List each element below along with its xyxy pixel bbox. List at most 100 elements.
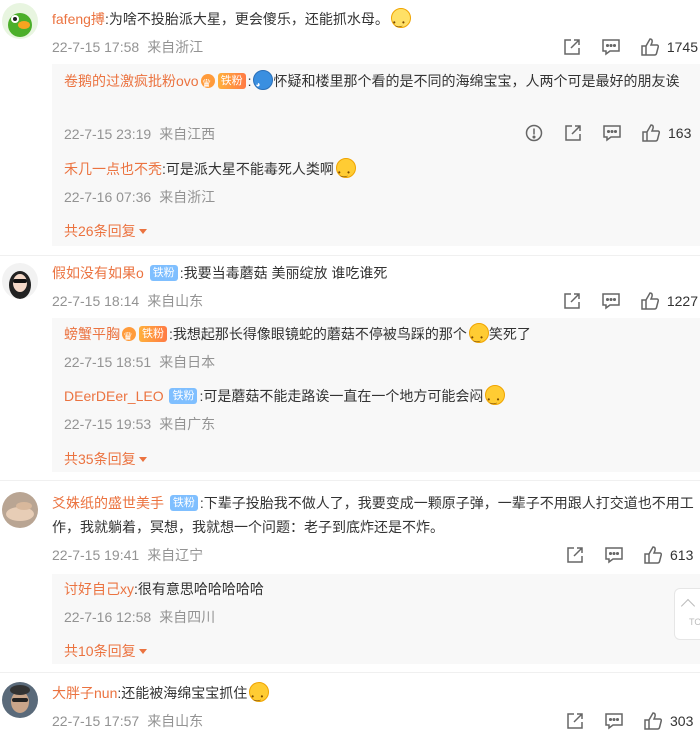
fan-badge: 铁粉 [169,388,198,404]
avatar[interactable] [2,682,38,718]
comment-meta: 22-7-15 17:58 来自浙江 [52,37,203,57]
reply-item: 禾几一点也不秃:可是派大星不能毒死人类啊 [64,157,694,185]
fan-badge: 铁粉 [139,326,167,342]
comment-icon[interactable] [601,122,623,144]
avatar[interactable] [2,3,38,39]
reply-actions: 163 [506,121,696,145]
share-icon[interactable] [561,36,583,58]
reply-text: DEerDEer_LEO 铁粉:可是蘑菇不能走路诶一直在一个地方可能会闷 [64,384,694,412]
more-replies-label: 共10条回复 [64,643,136,659]
avatar[interactable] [2,492,38,528]
reply-username[interactable]: 卷鹅的过激疯批粉ovo [64,73,199,89]
comment-location: 来自山东 [147,713,204,729]
reply-username[interactable]: 螃蟹平胸 [64,326,120,342]
reply-body: 怀疑和楼里那个看的是不同的海绵宝宝，人两个可是最好的朋友诶 [273,73,680,89]
comment-username[interactable]: 假如没有如果o [52,265,144,281]
caret-down-icon [138,229,147,234]
reply-text: 螃蟹平胸 铁粉:我想起那长得像眼镜蛇的蘑菇不停被鸟踩的那个 笑死了 [64,322,694,350]
reply-meta: 22-7-16 12:58 来自四川 [64,607,215,627]
reply-text: 卷鹅的过激疯批粉ovo铁粉:怀疑和楼里那个看的是不同的海绵宝宝，人两个可是最好的… [64,69,694,97]
comment-icon[interactable] [603,710,625,732]
replies-panel: 螃蟹平胸铁粉:我想起那长得像眼镜蛇的蘑菇不停被鸟踩的那个笑死了 22-7-15 … [52,318,700,472]
reply-username[interactable]: DEerDEer_LEO [64,388,164,404]
more-replies-label: 共26条回复 [64,223,136,239]
reply-location: 来自江西 [159,126,216,142]
comment-actions: 1227 [544,289,698,313]
reply-date: 22-7-15 19:53 [64,416,152,432]
like-icon[interactable] [640,122,662,144]
comment-location: 来自浙江 [147,39,204,55]
fan-badge: 铁粉 [149,265,178,281]
comment-date: 22-7-15 19:41 [52,547,140,563]
comment-icon[interactable] [600,36,622,58]
doge-emoji-icon [390,8,411,35]
like-icon[interactable] [642,710,664,732]
laugh-cry-emoji-icon [468,323,489,350]
comment-body: :为啥不投胎派大星，更会傻乐，还能抓水母。 [104,11,389,27]
comment-username[interactable]: fafeng搏 [52,11,105,27]
reply-body: :可是蘑菇不能走路诶一直在一个地方可能会闷 [199,388,484,404]
comment-text: 大胖子nun:还能被海绵宝宝抓住 [52,681,694,709]
reply-item: 讨好自己xy:很有意思哈哈哈哈哈 [64,577,694,601]
reply-location: 来自广东 [159,416,216,432]
reply-meta: 22-7-16 07:36 来自浙江 [64,187,215,207]
crown-icon [200,72,215,96]
back-to-top-button[interactable]: TOP [674,588,700,640]
share-icon[interactable] [562,122,584,144]
like-count: 303 [670,713,694,729]
comment-meta: 22-7-15 17:57 来自山东 [52,711,203,731]
comment-meta: 22-7-15 19:41 来自辽宁 [52,545,203,565]
like-icon[interactable] [639,290,661,312]
back-to-top-label: TOP [689,617,700,627]
share-icon[interactable] [564,710,586,732]
like-icon[interactable] [639,36,661,58]
more-replies-link[interactable]: 共35条回复 [64,449,147,469]
avatar-emoji-icon [253,70,274,97]
reply-username[interactable]: 讨好自己xy [64,581,134,597]
avatar[interactable] [2,263,38,299]
report-icon[interactable] [523,122,545,144]
comment-date: 22-7-15 18:14 [52,293,140,309]
like-count: 613 [670,547,694,563]
chevron-up-icon [680,598,696,614]
comment-meta: 22-7-15 18:14 来自山东 [52,291,203,311]
more-replies-label: 共35条回复 [64,451,136,467]
fan-badge: 铁粉 [217,73,246,89]
comment-text: 爻姝纸的盛世美手 铁粉:下辈子投胎我不做人了，我要变成一颗原子弹，一辈子不用跟人… [52,491,694,539]
scared-emoji-icon [249,682,270,709]
reply-username[interactable]: 禾几一点也不秃 [64,161,162,177]
share-icon[interactable] [561,290,583,312]
reply-date: 22-7-16 07:36 [64,189,152,205]
reply-item: 卷鹅的过激疯批粉ovo铁粉:怀疑和楼里那个看的是不同的海绵宝宝，人两个可是最好的… [64,69,694,97]
reply-date: 22-7-15 18:51 [64,354,152,370]
comment-icon[interactable] [603,544,625,566]
comment-text: 假如没有如果o 铁粉:我要当毒蘑菇 美丽绽放 谁吃谁死 [52,261,694,285]
comment-username[interactable]: 大胖子nun [52,685,117,701]
share-icon[interactable] [564,544,586,566]
reply-body: :很有意思哈哈哈哈哈 [134,581,264,597]
reply-date: 22-7-15 23:19 [64,126,152,142]
comment-actions: 303 [547,709,698,733]
divider [0,480,700,481]
more-replies-link[interactable]: 共10条回复 [64,641,147,661]
reply-body: :可是派大星不能毒死人类啊 [162,161,334,177]
more-replies-link[interactable]: 共26条回复 [64,221,147,241]
comment-date: 22-7-15 17:58 [52,39,140,55]
reply-item: DEerDEer_LEO 铁粉:可是蘑菇不能走路诶一直在一个地方可能会闷 [64,384,694,412]
reply-body-tail: 笑死了 [488,326,531,342]
comment-icon[interactable] [600,290,622,312]
sad-emoji-icon [335,158,356,185]
comment-username[interactable]: 爻姝纸的盛世美手 [52,495,164,511]
replies-panel: 讨好自己xy:很有意思哈哈哈哈哈 22-7-16 12:58 来自四川 共10条回… [52,574,700,664]
reply-meta: 22-7-15 18:51 来自日本 [64,352,215,372]
comment-actions: 1745 [544,35,698,59]
comment-date: 22-7-15 17:57 [52,713,140,729]
reply-text: 讨好自己xy:很有意思哈哈哈哈哈 [64,577,694,601]
like-count: 163 [668,125,692,141]
reply-location: 来自四川 [159,609,216,625]
comment-body: :我要当毒蘑菇 美丽绽放 谁吃谁死 [179,265,388,281]
like-count: 1227 [666,293,698,309]
like-icon[interactable] [642,544,664,566]
divider [0,672,700,673]
reply-location: 来自日本 [159,354,216,370]
